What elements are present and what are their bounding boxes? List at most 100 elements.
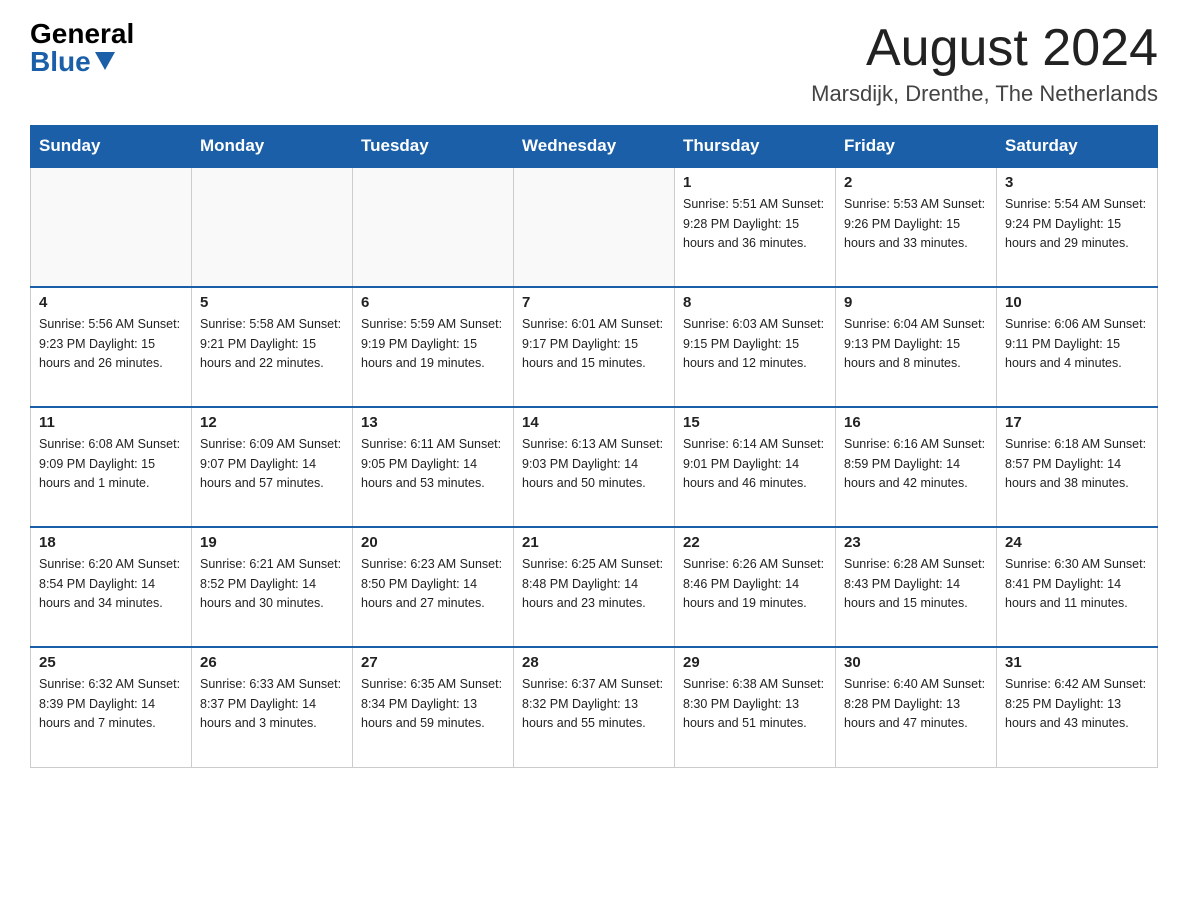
calendar-cell xyxy=(31,167,192,287)
day-number: 11 xyxy=(39,414,183,431)
calendar-cell: 3 Sunrise: 5:54 AM Sunset: 9:24 PM Daylig… xyxy=(997,167,1158,287)
calendar-cell: 25Sunrise: 6:32 AM Sunset: 8:39 PM Dayli… xyxy=(31,647,192,767)
day-number: 27 xyxy=(361,654,505,671)
calendar-cell: 19 Sunrise: 6:21 AM Sunset: 8:52 PM Dayli… xyxy=(192,527,353,647)
day-number: 15 xyxy=(683,414,827,431)
day-info: Sunrise: 6:30 AM Sunset: 8:41 PM Dayligh… xyxy=(1005,555,1149,613)
day-info: Sunrise: 6:28 AM Sunset: 8:43 PM Dayligh… xyxy=(844,555,988,613)
logo-triangle-icon xyxy=(95,52,115,70)
day-info: Sunrise: 5:53 AM Sunset: 9:26 PM Dayligh… xyxy=(844,195,988,253)
calendar-cell: 1Sunrise: 5:51 AM Sunset: 9:28 PM Daylig… xyxy=(675,167,836,287)
calendar-cell: 9Sunrise: 6:04 AM Sunset: 9:13 PM Daylig… xyxy=(836,287,997,407)
logo: General Blue xyxy=(30,20,134,76)
title-block: August 2024 Marsdijk, Drenthe, The Nethe… xyxy=(811,20,1158,107)
day-number: 5 xyxy=(200,294,344,311)
day-info: Sunrise: 6:11 AM Sunset: 9:05 PM Dayligh… xyxy=(361,435,505,493)
day-of-week-header: Monday xyxy=(192,126,353,168)
day-info: Sunrise: 5:54 AM Sunset: 9:24 PM Dayligh… xyxy=(1005,195,1149,253)
day-of-week-header: Thursday xyxy=(675,126,836,168)
calendar-cell: 23 Sunrise: 6:28 AM Sunset: 8:43 PM Dayli… xyxy=(836,527,997,647)
day-number: 10 xyxy=(1005,294,1149,311)
day-info: Sunrise: 5:51 AM Sunset: 9:28 PM Dayligh… xyxy=(683,195,827,253)
calendar-cell: 26 Sunrise: 6:33 AM Sunset: 8:37 PM Dayli… xyxy=(192,647,353,767)
month-title: August 2024 xyxy=(811,20,1158,77)
day-info: Sunrise: 6:35 AM Sunset: 8:34 PM Dayligh… xyxy=(361,675,505,733)
logo-general-text: General xyxy=(30,20,134,48)
calendar-cell: 22 Sunrise: 6:26 AM Sunset: 8:46 PM Dayli… xyxy=(675,527,836,647)
day-info: Sunrise: 6:21 AM Sunset: 8:52 PM Dayligh… xyxy=(200,555,344,613)
day-info: Sunrise: 6:13 AM Sunset: 9:03 PM Dayligh… xyxy=(522,435,666,493)
day-number: 12 xyxy=(200,414,344,431)
calendar-cell xyxy=(192,167,353,287)
day-number: 30 xyxy=(844,654,988,671)
day-number: 16 xyxy=(844,414,988,431)
day-info: Sunrise: 6:32 AM Sunset: 8:39 PM Dayligh… xyxy=(39,675,183,733)
day-number: 19 xyxy=(200,534,344,551)
calendar-cell xyxy=(514,167,675,287)
day-number: 13 xyxy=(361,414,505,431)
calendar-cell: 30Sunrise: 6:40 AM Sunset: 8:28 PM Dayli… xyxy=(836,647,997,767)
calendar-cell: 18 Sunrise: 6:20 AM Sunset: 8:54 PM Dayli… xyxy=(31,527,192,647)
day-number: 29 xyxy=(683,654,827,671)
day-number: 26 xyxy=(200,654,344,671)
day-info: Sunrise: 6:26 AM Sunset: 8:46 PM Dayligh… xyxy=(683,555,827,613)
calendar-cell: 16 Sunrise: 6:16 AM Sunset: 8:59 PM Dayli… xyxy=(836,407,997,527)
day-info: Sunrise: 6:37 AM Sunset: 8:32 PM Dayligh… xyxy=(522,675,666,733)
day-info: Sunrise: 5:58 AM Sunset: 9:21 PM Dayligh… xyxy=(200,315,344,373)
day-info: Sunrise: 6:38 AM Sunset: 8:30 PM Dayligh… xyxy=(683,675,827,733)
day-info: Sunrise: 6:33 AM Sunset: 8:37 PM Dayligh… xyxy=(200,675,344,733)
calendar-cell: 11Sunrise: 6:08 AM Sunset: 9:09 PM Dayli… xyxy=(31,407,192,527)
day-number: 3 xyxy=(1005,174,1149,191)
day-info: Sunrise: 6:09 AM Sunset: 9:07 PM Dayligh… xyxy=(200,435,344,493)
day-number: 24 xyxy=(1005,534,1149,551)
day-number: 28 xyxy=(522,654,666,671)
calendar-cell: 21 Sunrise: 6:25 AM Sunset: 8:48 PM Dayli… xyxy=(514,527,675,647)
day-number: 2 xyxy=(844,174,988,191)
days-header-row: SundayMondayTuesdayWednesdayThursdayFrid… xyxy=(31,126,1158,168)
day-info: Sunrise: 6:04 AM Sunset: 9:13 PM Dayligh… xyxy=(844,315,988,373)
day-of-week-header: Tuesday xyxy=(353,126,514,168)
day-info: Sunrise: 5:56 AM Sunset: 9:23 PM Dayligh… xyxy=(39,315,183,373)
calendar-cell: 13 Sunrise: 6:11 AM Sunset: 9:05 PM Dayli… xyxy=(353,407,514,527)
calendar-week-row: 4 Sunrise: 5:56 AM Sunset: 9:23 PM Daylig… xyxy=(31,287,1158,407)
day-number: 31 xyxy=(1005,654,1149,671)
day-number: 22 xyxy=(683,534,827,551)
day-number: 18 xyxy=(39,534,183,551)
calendar-cell xyxy=(353,167,514,287)
day-info: Sunrise: 6:14 AM Sunset: 9:01 PM Dayligh… xyxy=(683,435,827,493)
day-of-week-header: Saturday xyxy=(997,126,1158,168)
calendar-cell: 24 Sunrise: 6:30 AM Sunset: 8:41 PM Dayli… xyxy=(997,527,1158,647)
day-info: Sunrise: 6:16 AM Sunset: 8:59 PM Dayligh… xyxy=(844,435,988,493)
calendar-cell: 12 Sunrise: 6:09 AM Sunset: 9:07 PM Dayli… xyxy=(192,407,353,527)
calendar-cell: 20Sunrise: 6:23 AM Sunset: 8:50 PM Dayli… xyxy=(353,527,514,647)
calendar-cell: 27 Sunrise: 6:35 AM Sunset: 8:34 PM Dayli… xyxy=(353,647,514,767)
day-number: 6 xyxy=(361,294,505,311)
calendar-table: SundayMondayTuesdayWednesdayThursdayFrid… xyxy=(30,125,1158,768)
day-number: 17 xyxy=(1005,414,1149,431)
page-header: General Blue August 2024 Marsdijk, Drent… xyxy=(30,20,1158,107)
calendar-cell: 28 Sunrise: 6:37 AM Sunset: 8:32 PM Dayli… xyxy=(514,647,675,767)
day-of-week-header: Wednesday xyxy=(514,126,675,168)
calendar-cell: 15 Sunrise: 6:14 AM Sunset: 9:01 PM Dayli… xyxy=(675,407,836,527)
day-number: 23 xyxy=(844,534,988,551)
day-number: 4 xyxy=(39,294,183,311)
calendar-week-row: 18 Sunrise: 6:20 AM Sunset: 8:54 PM Dayli… xyxy=(31,527,1158,647)
calendar-cell: 5 Sunrise: 5:58 AM Sunset: 9:21 PM Daylig… xyxy=(192,287,353,407)
location-text: Marsdijk, Drenthe, The Netherlands xyxy=(811,81,1158,107)
calendar-cell: 17 Sunrise: 6:18 AM Sunset: 8:57 PM Dayli… xyxy=(997,407,1158,527)
day-number: 20 xyxy=(361,534,505,551)
day-info: Sunrise: 6:20 AM Sunset: 8:54 PM Dayligh… xyxy=(39,555,183,613)
calendar-week-row: 11Sunrise: 6:08 AM Sunset: 9:09 PM Dayli… xyxy=(31,407,1158,527)
day-info: Sunrise: 6:25 AM Sunset: 8:48 PM Dayligh… xyxy=(522,555,666,613)
logo-blue-text: Blue xyxy=(30,48,115,76)
day-number: 21 xyxy=(522,534,666,551)
day-number: 8 xyxy=(683,294,827,311)
day-number: 7 xyxy=(522,294,666,311)
calendar-cell: 2 Sunrise: 5:53 AM Sunset: 9:26 PM Daylig… xyxy=(836,167,997,287)
calendar-cell: 14Sunrise: 6:13 AM Sunset: 9:03 PM Dayli… xyxy=(514,407,675,527)
day-of-week-header: Friday xyxy=(836,126,997,168)
calendar-cell: 29 Sunrise: 6:38 AM Sunset: 8:30 PM Dayli… xyxy=(675,647,836,767)
calendar-week-row: 1Sunrise: 5:51 AM Sunset: 9:28 PM Daylig… xyxy=(31,167,1158,287)
day-info: Sunrise: 6:06 AM Sunset: 9:11 PM Dayligh… xyxy=(1005,315,1149,373)
day-info: Sunrise: 6:18 AM Sunset: 8:57 PM Dayligh… xyxy=(1005,435,1149,493)
